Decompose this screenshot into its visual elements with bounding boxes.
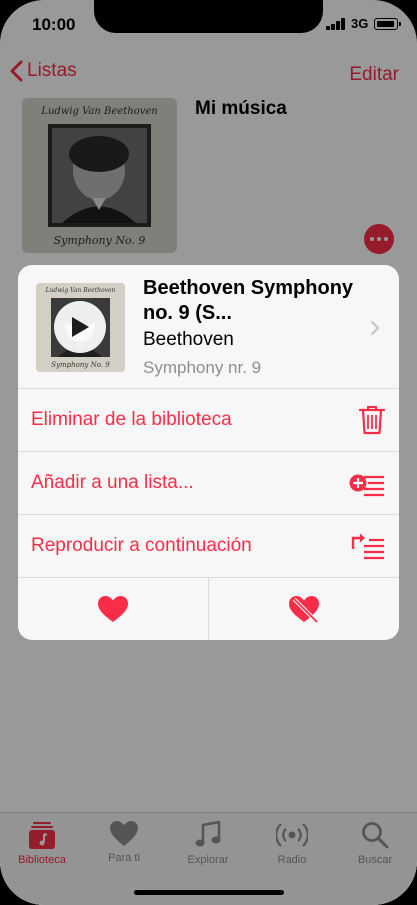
dislike-button[interactable]: [209, 578, 399, 640]
add-to-playlist-icon: [349, 474, 384, 497]
album-name: Symphony nr. 9: [143, 358, 262, 377]
home-indicator[interactable]: [134, 890, 284, 895]
remove-from-library-action[interactable]: Eliminar de la biblioteca: [18, 389, 399, 452]
love-button[interactable]: [18, 578, 208, 640]
action-sheet: Ludwig Van Beethoven Symphony No. 9 Beet…: [18, 265, 399, 640]
dislike-heart-icon: [289, 595, 319, 623]
trash-icon: [359, 406, 385, 435]
song-artwork[interactable]: Ludwig Van Beethoven Symphony No. 9: [36, 283, 125, 372]
artist-name: Beethoven: [143, 329, 234, 350]
phone-screen: 10:00 3G Listas Editar Ludwig Van Beetho…: [0, 0, 417, 905]
heart-icon: [98, 595, 128, 622]
play-icon: [72, 317, 89, 337]
play-next-action[interactable]: Reproducir a continuación: [18, 515, 399, 578]
rating-row: [18, 578, 399, 640]
song-header[interactable]: Ludwig Van Beethoven Symphony No. 9 Beet…: [18, 265, 399, 389]
song-title: Beethoven Symphony no. 9 (S...: [143, 277, 354, 324]
action-label: Eliminar de la biblioteca: [31, 409, 232, 430]
action-label: Reproducir a continuación: [31, 535, 252, 556]
action-label: Añadir a una lista...: [31, 472, 194, 493]
thumb-text-top: Ludwig Van Beethoven: [45, 287, 116, 294]
play-next-icon: [351, 533, 384, 560]
chevron-right-icon: [371, 321, 380, 335]
add-to-playlist-action[interactable]: Añadir a una lista...: [18, 452, 399, 515]
thumb-text-bottom: Symphony No. 9: [51, 361, 110, 369]
play-button[interactable]: [54, 301, 106, 353]
